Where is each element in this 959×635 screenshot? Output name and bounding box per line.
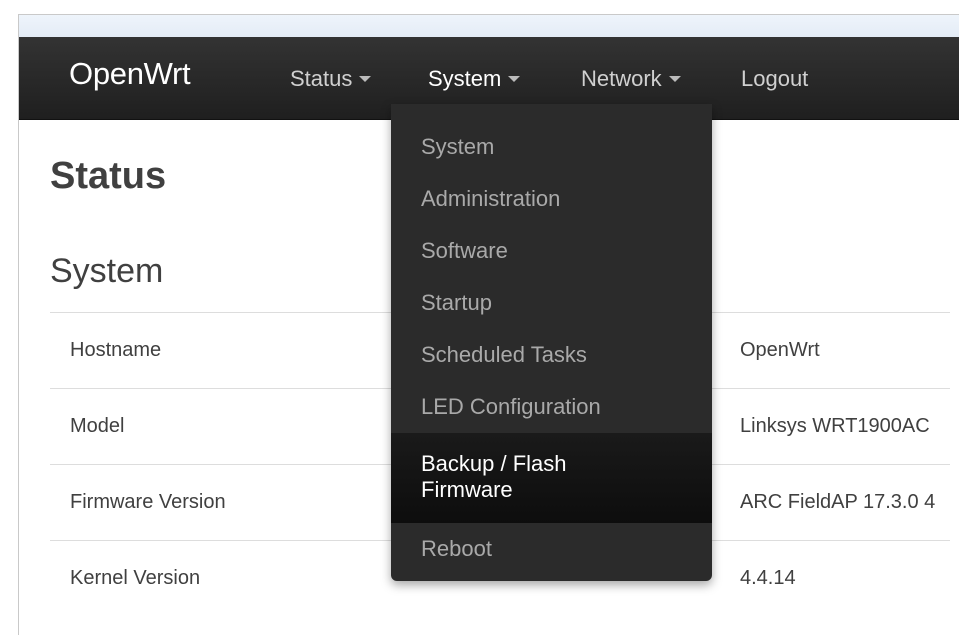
- nav-status[interactable]: Status: [290, 66, 372, 92]
- row-label: Model: [70, 415, 125, 437]
- row-value: ARC FieldAP 17.3.0 4: [740, 491, 936, 513]
- chevron-down-icon: [508, 75, 521, 82]
- menu-item-administration[interactable]: Administration: [391, 173, 712, 225]
- nav-network-label: Network: [581, 66, 662, 91]
- chevron-down-icon: [359, 75, 372, 82]
- page-title: Status: [50, 155, 167, 197]
- browser-top-strip: [19, 15, 959, 37]
- row-label: Firmware Version: [70, 491, 226, 513]
- nav-status-label: Status: [290, 66, 353, 91]
- system-dropdown-menu: System Administration Software Startup S…: [391, 104, 712, 581]
- chevron-down-icon: [668, 75, 681, 82]
- nav-logout-label: Logout: [741, 66, 809, 91]
- nav-system-label: System: [428, 66, 502, 91]
- nav-network[interactable]: Network: [581, 66, 681, 92]
- menu-item-label: Backup / Flash Firmware: [421, 451, 567, 502]
- brand-logo[interactable]: OpenWrt: [69, 56, 191, 92]
- menu-item-reboot[interactable]: Reboot: [391, 523, 712, 575]
- menu-item-system[interactable]: System: [391, 121, 712, 173]
- row-value: Linksys WRT1900AC: [740, 415, 930, 437]
- menu-item-scheduled-tasks[interactable]: Scheduled Tasks: [391, 329, 712, 381]
- row-label: Kernel Version: [70, 567, 201, 589]
- menu-item-software[interactable]: Software: [391, 225, 712, 277]
- nav-logout[interactable]: Logout: [741, 66, 808, 92]
- menu-item-led-configuration[interactable]: LED Configuration: [391, 381, 712, 433]
- row-value: 4.4.14: [740, 567, 796, 589]
- menu-item-backup-flash-firmware[interactable]: Backup / Flash Firmware: [391, 433, 712, 523]
- menu-item-startup[interactable]: Startup: [391, 277, 712, 329]
- section-title: System: [50, 252, 164, 290]
- row-label: Hostname: [70, 339, 162, 361]
- row-value: OpenWrt: [740, 339, 820, 361]
- nav-system[interactable]: System: [428, 66, 521, 92]
